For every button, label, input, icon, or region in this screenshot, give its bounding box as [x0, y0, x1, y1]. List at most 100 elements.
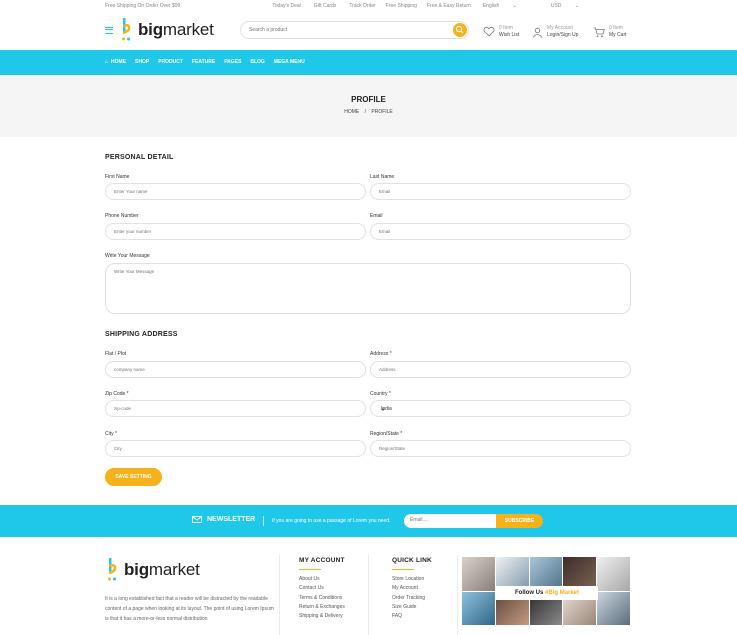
nav-home[interactable]: HOME [111, 59, 126, 65]
mail-icon [192, 516, 202, 523]
last-name-field [370, 183, 631, 200]
phone-input[interactable] [114, 229, 344, 234]
nav-feature[interactable]: FEATURE [192, 59, 215, 65]
newsletter-bar: NEWSLETTER If you are going to use a pas… [0, 505, 737, 537]
last-name-label: Last Name [370, 174, 395, 180]
breadcrumb: HOME / PROFILE [0, 109, 737, 115]
footer-link[interactable]: Store Location [392, 575, 432, 584]
footer-link[interactable]: FAQ [392, 612, 432, 621]
gallery-photo[interactable] [462, 591, 495, 625]
page-title: PROFILE [351, 95, 386, 104]
footer-link[interactable]: Terms & Conditions [299, 594, 345, 603]
shipping-notice: Free Shipping On Order Over $99 [105, 3, 181, 9]
my-account-heading: MY ACCOUNT [299, 557, 345, 564]
footer-link[interactable]: About Us [299, 575, 345, 584]
logo-mark-icon [108, 558, 117, 581]
breadcrumb-home[interactable]: HOME [344, 109, 359, 115]
save-setting-button[interactable]: SAVE SETTING [105, 468, 162, 486]
footer: bigmarket It is a long established fact … [0, 537, 737, 635]
footer-divider [279, 555, 280, 635]
email-field [370, 223, 631, 240]
cart-link[interactable]: 0 Item My Cart [593, 25, 627, 39]
language-select[interactable]: English ⌄ [483, 3, 529, 9]
heading-underline [392, 569, 414, 570]
first-name-field [105, 183, 366, 200]
logo-mark-icon [122, 18, 131, 41]
newsletter-title: NEWSLETTER [192, 516, 255, 523]
search-input[interactable] [249, 27, 449, 33]
phone-label: Phone Number [105, 213, 139, 219]
nav-product[interactable]: PRODUCT [158, 59, 183, 65]
nav-mega-menu[interactable]: MEGA MENU [274, 59, 305, 65]
footer-logo[interactable]: bigmarket [105, 557, 200, 583]
breadcrumb-separator: / [364, 109, 366, 115]
nav-blog[interactable]: BLOG [250, 59, 264, 65]
footer-quick-link: QUICK LINK Store Location My Account Ord… [392, 557, 432, 621]
footer-logo-text: bigmarket [124, 560, 200, 579]
nav-shop[interactable]: SHOP [135, 59, 149, 65]
heading-underline [299, 569, 321, 570]
email-input[interactable] [379, 229, 609, 234]
gift-cards-link[interactable]: Gift Cards [314, 3, 337, 9]
country-label: Country * [370, 391, 391, 397]
zip-input[interactable] [114, 406, 344, 411]
hamburger-menu-icon[interactable] [105, 26, 113, 34]
gallery-photo[interactable] [462, 557, 495, 591]
footer-link[interactable]: Contact Us [299, 584, 345, 593]
todays-deal-link[interactable]: Today's Deal [272, 3, 300, 9]
message-label: Write Your Message [105, 253, 150, 259]
search-bar [240, 21, 469, 39]
track-order-link[interactable]: Track Order [349, 3, 375, 9]
address-input[interactable] [379, 367, 609, 372]
page-banner [0, 75, 737, 137]
logo-text: bigmarket [138, 20, 214, 39]
last-name-input[interactable] [379, 189, 609, 194]
footer-about-text: It is a long established fact that a rea… [105, 596, 274, 622]
chevron-down-icon: ⌄ [512, 3, 517, 9]
newsletter-email-input[interactable] [410, 517, 490, 523]
city-input[interactable] [114, 446, 344, 451]
footer-divider [368, 555, 369, 635]
message-field [105, 263, 631, 314]
footer-link[interactable]: Size Guide [392, 603, 432, 612]
region-label: Region/State * [370, 431, 403, 437]
gallery-photo[interactable] [597, 591, 630, 625]
first-name-label: First Name [105, 174, 130, 180]
heart-icon [483, 27, 495, 37]
region-field [370, 440, 631, 457]
footer-link[interactable]: Return & Exchanges [299, 603, 345, 612]
flat-input[interactable] [114, 367, 344, 372]
shipping-address-heading: SHIPPING ADDRESS [105, 331, 178, 338]
gallery-photo[interactable] [597, 557, 630, 591]
follow-us-label[interactable]: Follow Us #Big Market [496, 586, 598, 600]
chevron-down-icon: ⌄ [574, 3, 579, 9]
main-nav: ⌂ HOME SHOP PRODUCT FEATURE PAGES BLOG M… [0, 50, 737, 75]
city-label: City * [105, 431, 117, 437]
free-easy-return-link[interactable]: Free & Easy Return [427, 3, 471, 9]
wishlist-link[interactable]: 0 Item Wish List [483, 25, 519, 39]
search-button[interactable] [453, 23, 467, 37]
subscribe-button[interactable]: SUBSCRIBE [496, 514, 543, 528]
country-select[interactable]: India ▼ [370, 400, 631, 417]
footer-link[interactable]: My Account [392, 584, 432, 593]
newsletter-text: If you are going to use a passage of Lor… [272, 518, 391, 524]
breadcrumb-current: PROFILE [371, 109, 393, 115]
first-name-input[interactable] [114, 189, 344, 194]
footer-link[interactable]: Order Tracking [392, 594, 432, 603]
top-links: Today's Deal Gift Cards Track Order Free… [272, 3, 737, 9]
message-textarea[interactable] [114, 269, 614, 309]
site-logo[interactable]: bigmarket [105, 16, 214, 44]
currency-select[interactable]: USD ⌄ [551, 3, 591, 9]
footer-link[interactable]: Shipping & Delivery [299, 612, 345, 621]
phone-field [105, 223, 366, 240]
free-shipping-link[interactable]: Free Shipping [386, 3, 417, 9]
home-icon[interactable]: ⌂ [105, 59, 108, 65]
nav-pages[interactable]: PAGES [224, 59, 241, 65]
footer-my-account: MY ACCOUNT About Us Contact Us Terms & C… [299, 557, 345, 621]
email-label: Email [370, 213, 383, 219]
flat-field [105, 361, 366, 378]
account-link[interactable]: My Account Login/Sign Up [532, 25, 578, 39]
region-input[interactable] [379, 446, 609, 451]
dropdown-arrow-icon: ▼ [381, 407, 385, 412]
user-icon [532, 27, 543, 38]
